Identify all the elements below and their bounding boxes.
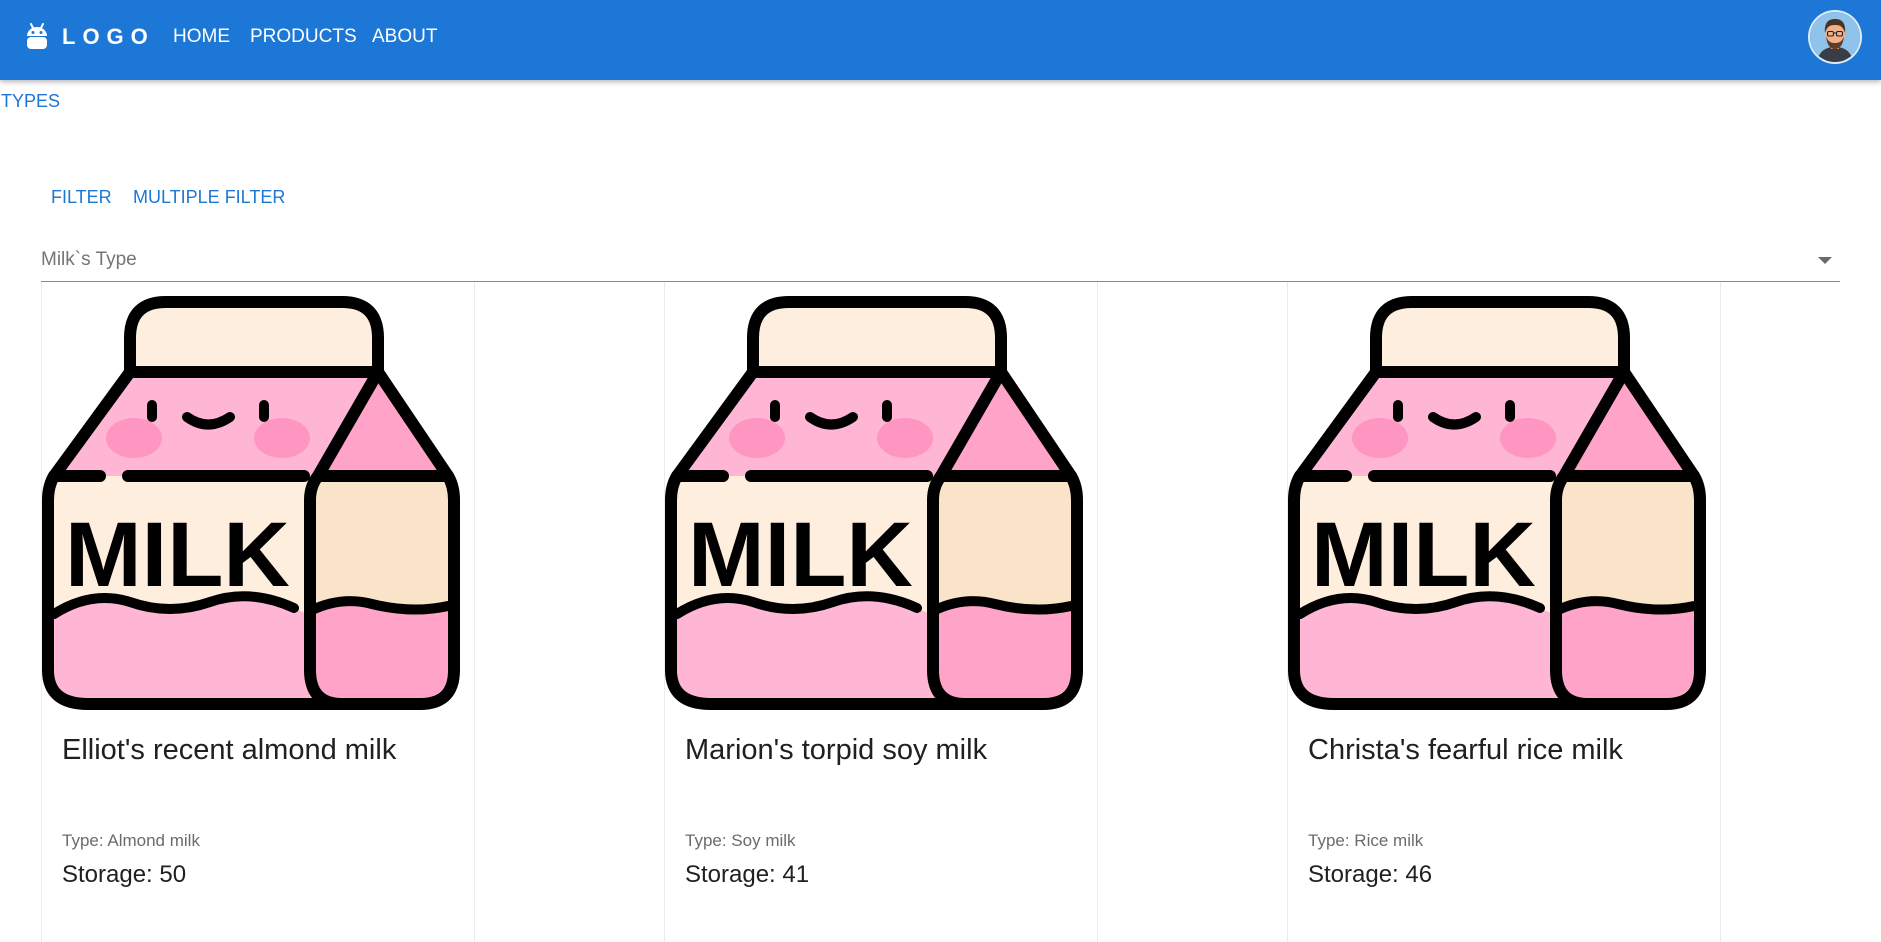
tab-multiple-filter[interactable]: MULTIPLE FILTER [133,186,285,208]
tab-filter[interactable]: FILTER [51,186,112,208]
product-title: Christa's fearful rice milk [1308,734,1623,766]
product-type: Type: Almond milk [62,831,200,850]
product-card[interactable]: MILK Marion's torpid soy milk Type: Soy … [664,282,1098,942]
avatar-icon [1810,12,1860,62]
carton-label: MILK [1311,504,1536,606]
milk-type-select[interactable]: Milk`s Type [41,243,1840,282]
carton-label: MILK [65,504,290,606]
caret-down-icon [1818,257,1832,264]
product-storage: Storage: 50 [62,861,187,888]
product-card[interactable]: MILK Christa's fearful rice milk Type: R… [1287,282,1721,942]
nav-home-button[interactable]: HOME [173,24,230,50]
product-card[interactable]: MILK Elliot's recent almond milk Type: A… [41,282,475,942]
product-type: Type: Soy milk [685,831,796,850]
app-bar: LOGO HOME PRODUCTS ABOUT [0,0,1881,80]
product-type: Type: Rice milk [1308,831,1424,850]
product-title: Elliot's recent almond milk [62,734,397,766]
logo-text[interactable]: LOGO [62,24,155,50]
product-storage: Storage: 41 [685,861,810,888]
milk-carton-image: MILK [1288,296,1706,710]
carton-label: MILK [688,504,913,606]
select-label: Milk`s Type [41,249,137,270]
types-link[interactable]: TYPES [1,90,60,112]
milk-carton-image: MILK [665,296,1083,710]
user-avatar[interactable] [1810,12,1860,62]
product-title: Marion's torpid soy milk [685,734,988,766]
product-storage: Storage: 46 [1308,861,1433,888]
nav-products-button[interactable]: PRODUCTS [250,24,357,50]
milk-carton-image: MILK [42,296,460,710]
android-icon [27,23,47,49]
nav-about-button[interactable]: ABOUT [372,24,437,50]
